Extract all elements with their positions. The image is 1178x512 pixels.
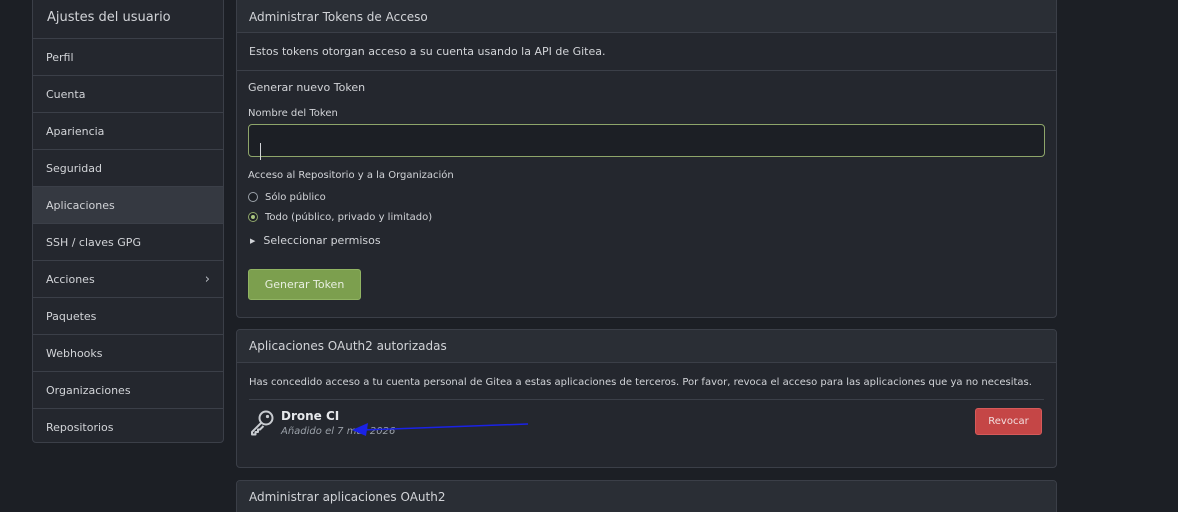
sidebar-item-organizations[interactable]: Organizaciones (33, 372, 223, 409)
sidebar-item-label: Acciones (46, 272, 95, 286)
authorized-oauth-apps-panel: Aplicaciones OAuth2 autorizadas Has conc… (236, 329, 1057, 468)
sidebar-item-label: SSH / claves GPG (46, 235, 141, 249)
revoke-button[interactable]: Revocar (975, 408, 1042, 435)
sidebar-item-account[interactable]: Cuenta (33, 76, 223, 113)
sidebar-item-applications[interactable]: Aplicaciones (33, 187, 223, 224)
chevron-right-icon: › (204, 271, 210, 287)
panel-title: Aplicaciones OAuth2 autorizadas (237, 330, 1056, 363)
sidebar-item-packages[interactable]: Paquetes (33, 298, 223, 335)
sidebar-title: Ajustes del usuario (33, 0, 223, 39)
sidebar-item-label: Paquetes (46, 309, 97, 323)
key-icon (251, 410, 274, 436)
settings-sidebar: Ajustes del usuario Perfil Cuenta Aparie… (32, 0, 224, 443)
sidebar-item-label: Cuenta (46, 87, 86, 101)
oauth-description: Has concedido acceso a tu cuenta persona… (249, 377, 1032, 388)
sidebar-item-profile[interactable]: Perfil (33, 39, 223, 76)
radio-public-only[interactable]: Sólo público (248, 187, 1045, 207)
arrow-shaft (361, 423, 529, 431)
annotation-arrow (352, 423, 529, 436)
sidebar-item-security[interactable]: Seguridad (33, 150, 223, 187)
sidebar-item-webhooks[interactable]: Webhooks (33, 335, 223, 372)
panel-title: Administrar aplicaciones OAuth2 (237, 481, 1056, 512)
sidebar-item-label: Perfil (46, 50, 74, 64)
radio-label: Sólo público (265, 191, 326, 203)
panel-title: Administrar Tokens de Acceso (237, 0, 1056, 33)
access-tokens-panel: Administrar Tokens de Acceso Estos token… (236, 0, 1057, 318)
manage-oauth-apps-panel: Administrar aplicaciones OAuth2 (236, 480, 1057, 512)
new-token-title: Generar nuevo Token (248, 81, 366, 94)
sidebar-item-actions[interactable]: Acciones › (33, 261, 223, 298)
token-name-label: Nombre del Token (248, 108, 338, 119)
access-label: Acceso al Repositorio y a la Organizació… (248, 170, 454, 181)
sidebar-item-label: Aplicaciones (46, 198, 115, 212)
permissions-label: Seleccionar permisos (263, 234, 381, 247)
sidebar-item-ssh-gpg-keys[interactable]: SSH / claves GPG (33, 224, 223, 261)
sidebar-item-repositories[interactable]: Repositorios (33, 409, 223, 442)
app-name: Drone CI (281, 409, 340, 423)
sidebar-item-appearance[interactable]: Apariencia (33, 113, 223, 150)
radio-button-selected[interactable] (248, 212, 258, 222)
sidebar-item-label: Apariencia (46, 124, 105, 138)
generate-token-button[interactable]: Generar Token (248, 269, 361, 300)
arrow-head (352, 423, 368, 436)
radio-label: Todo (público, privado y limitado) (265, 211, 433, 223)
triangle-right-icon: ▶ (250, 236, 256, 245)
radio-button[interactable] (248, 192, 258, 202)
sidebar-item-label: Webhooks (46, 346, 103, 360)
select-permissions-toggle[interactable]: ▶ Seleccionar permisos (248, 234, 1045, 247)
text-cursor (260, 143, 261, 160)
sidebar-item-label: Organizaciones (46, 383, 131, 397)
token-name-input[interactable] (248, 124, 1045, 157)
sidebar-item-label: Repositorios (46, 421, 114, 434)
sidebar-item-label: Seguridad (46, 161, 102, 175)
radio-all[interactable]: Todo (público, privado y limitado) (248, 207, 1045, 227)
new-token-form: Generar nuevo Token Nombre del Token Acc… (237, 71, 1056, 300)
tokens-description: Estos tokens otorgan acceso a su cuenta … (237, 33, 1056, 71)
